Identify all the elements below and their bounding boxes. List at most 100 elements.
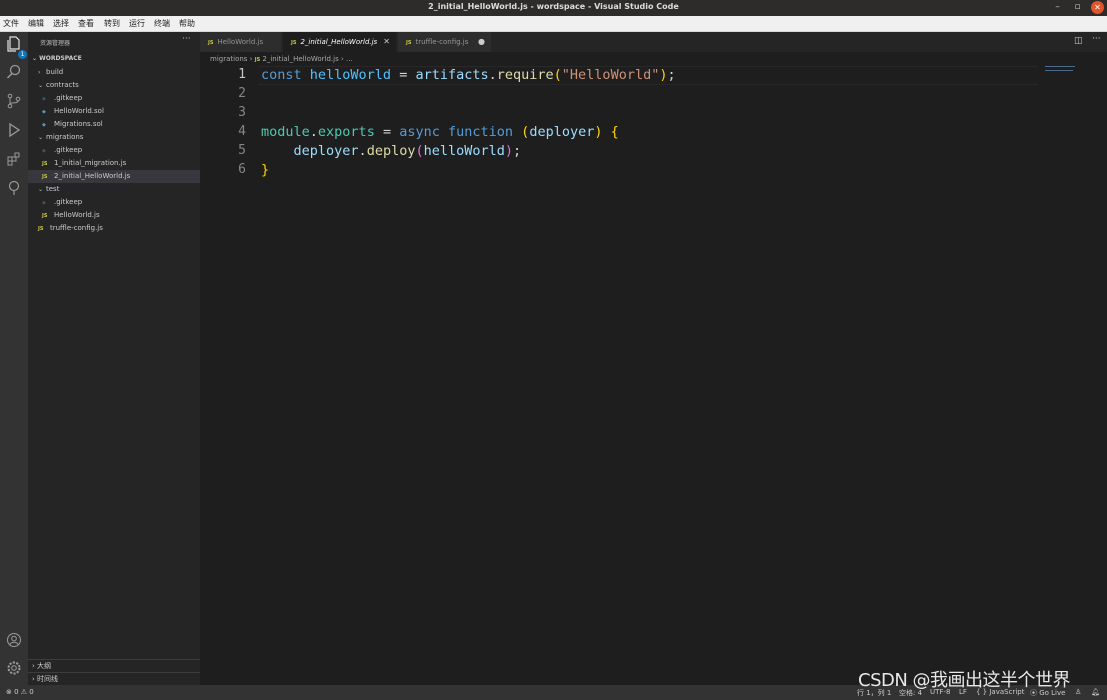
code-line-4: module.exports = async function (deploye… [261,124,619,140]
bracket: ( [553,67,562,83]
punctuation: . [488,67,497,83]
notifications-bell-icon[interactable]: 🔔︎ [1091,688,1100,696]
tree-file-gitkeep[interactable]: ◆ .gitkeep [28,196,200,209]
tree-label: contracts [46,81,79,89]
argument: helloWorld [423,143,505,159]
tree-file-initial-migration[interactable]: JS 1_initial_migration.js [28,157,200,170]
bracket: ( [415,143,424,159]
menu-help[interactable]: 帮助 [179,18,195,29]
workspace-header[interactable]: ⌄ WORDSPACE [32,55,82,62]
tab-bar: JS HelloWorld.js JS 2_initial_HelloWorld.j… [200,32,1107,52]
more-actions-icon[interactable]: ··· [182,34,191,44]
line-number: 3 [238,105,246,120]
tree-file-gitkeep[interactable]: ◆ .gitkeep [28,144,200,157]
maximize-icon[interactable]: ▫ [1071,1,1084,14]
more-actions-icon[interactable]: ··· [1092,34,1101,44]
tree-label: 2_initial_HelloWorld.js [54,172,131,180]
source-control-icon[interactable] [4,93,24,113]
breadcrumb-file[interactable]: 2_initial_HelloWorld.js [262,55,338,63]
property: exports [317,124,375,140]
menu-go[interactable]: 转到 [104,18,120,29]
close-tab-icon[interactable]: ✕ [383,32,390,52]
menu-edit[interactable]: 编辑 [28,18,44,29]
menu-file[interactable]: 文件 [3,18,19,29]
account-icon[interactable] [4,632,24,652]
search-icon[interactable] [4,64,24,84]
close-icon[interactable]: ✕ [1091,1,1104,14]
tree-folder-build[interactable]: › build [28,66,200,79]
chevron-right-icon: › [32,662,35,670]
extensions-icon[interactable] [4,151,24,171]
keyword: async [399,124,440,140]
tab-label: truffle-config.js [415,38,469,46]
split-editor-icon[interactable]: ◫ [1074,36,1083,46]
outline-section[interactable]: › 大纲 [28,659,200,672]
tree-folder-migrations[interactable]: ⌄ migrations [28,131,200,144]
js-file-icon: JS [406,40,412,46]
js-file-icon: JS [208,40,214,46]
tree-file-gitkeep[interactable]: ◆ .gitkeep [28,92,200,105]
chevron-down-icon: ⌄ [38,82,44,89]
timeline-section[interactable]: › 时间线 [28,672,200,685]
identifier: artifacts [415,67,489,83]
settings-gear-icon[interactable] [4,660,24,680]
menu-bar: 文件 编辑 选择 查看 转到 运行 终端 帮助 [0,16,1107,32]
menu-terminal[interactable]: 终端 [154,18,170,29]
bracket: } [261,162,270,178]
bracket: { [610,124,619,140]
line-number: 1 [238,67,246,82]
code-line-5: deployer.deploy(helloWorld); [261,143,522,159]
line-number: 6 [238,162,246,177]
run-debug-icon[interactable] [4,122,24,142]
js-file-icon: JS [291,40,297,46]
tree-file-helloworld-sol[interactable]: ◆ HelloWorld.sol [28,105,200,118]
tree-file-initial-helloworld[interactable]: JS 2_initial_HelloWorld.js [28,170,200,183]
menu-run[interactable]: 运行 [129,18,145,29]
parameter: deployer [529,124,595,140]
chevron-down-icon: ⌄ [38,186,44,193]
sidebar-title: 资源管理器 [40,40,71,47]
minimap-line [1045,66,1075,67]
chevron-right-icon: › [38,69,41,76]
minimize-icon[interactable]: – [1051,1,1064,14]
unsaved-dot-icon[interactable]: ● [478,32,485,52]
tab-label: HelloWorld.js [217,38,264,46]
tab-helloworld-js[interactable]: JS HelloWorld.js [200,32,282,52]
tree-file-truffle-config[interactable]: JS truffle-config.js [28,222,200,235]
menu-selection[interactable]: 选择 [53,18,69,29]
feedback-icon[interactable]: ♙ [1075,688,1081,696]
tree-label: HelloWorld.js [54,211,100,219]
chevron-down-icon: ⌄ [38,134,44,141]
code-editor[interactable]: 1 2 3 4 5 6 const helloWorld = artifacts… [200,66,1107,685]
tree-folder-contracts[interactable]: ⌄ contracts [28,79,200,92]
tree-label: truffle-config.js [50,224,103,232]
tab-initial-helloworld[interactable]: JS 2_initial_HelloWorld.js ✕ [283,32,397,52]
tree-label: test [46,185,60,193]
breadcrumb: migrations › JS 2_initial_HelloWorld.js … [210,55,353,63]
js-file-icon: JS [254,57,261,63]
activity-bar: 1 [0,32,28,685]
outline-label: 大纲 [37,662,52,670]
remote-tree-icon[interactable] [4,180,24,200]
tree-label: build [46,68,64,76]
line-number: 2 [238,86,246,101]
punctuation: ; [667,67,676,83]
chevron-right-icon: › [32,675,35,683]
tree-folder-test[interactable]: ⌄ test [28,183,200,196]
workspace-name: WORDSPACE [39,55,82,62]
tree-label: 1_initial_migration.js [54,159,127,167]
breadcrumb-folder[interactable]: migrations [210,55,247,63]
minimap[interactable] [1045,66,1085,74]
tree-file-helloworld-js[interactable]: JS HelloWorld.js [28,209,200,222]
tab-truffle-config[interactable]: JS truffle-config.js ● [398,32,492,52]
files-icon[interactable]: 1 [4,36,27,59]
title-bar: 2_initial_HelloWorld.js - wordspace - Vi… [0,0,1107,16]
problems-indicator[interactable]: ⊗ 0 ⚠ 0 [6,688,34,696]
breadcrumb-symbol[interactable]: ... [346,55,353,63]
keyword: function [448,124,514,140]
punctuation: . [309,124,318,140]
menu-view[interactable]: 查看 [78,18,94,29]
tree-file-migrations-sol[interactable]: ◆ Migrations.sol [28,118,200,131]
js-file-icon: JS [38,226,44,232]
minimap-line [1045,70,1073,71]
